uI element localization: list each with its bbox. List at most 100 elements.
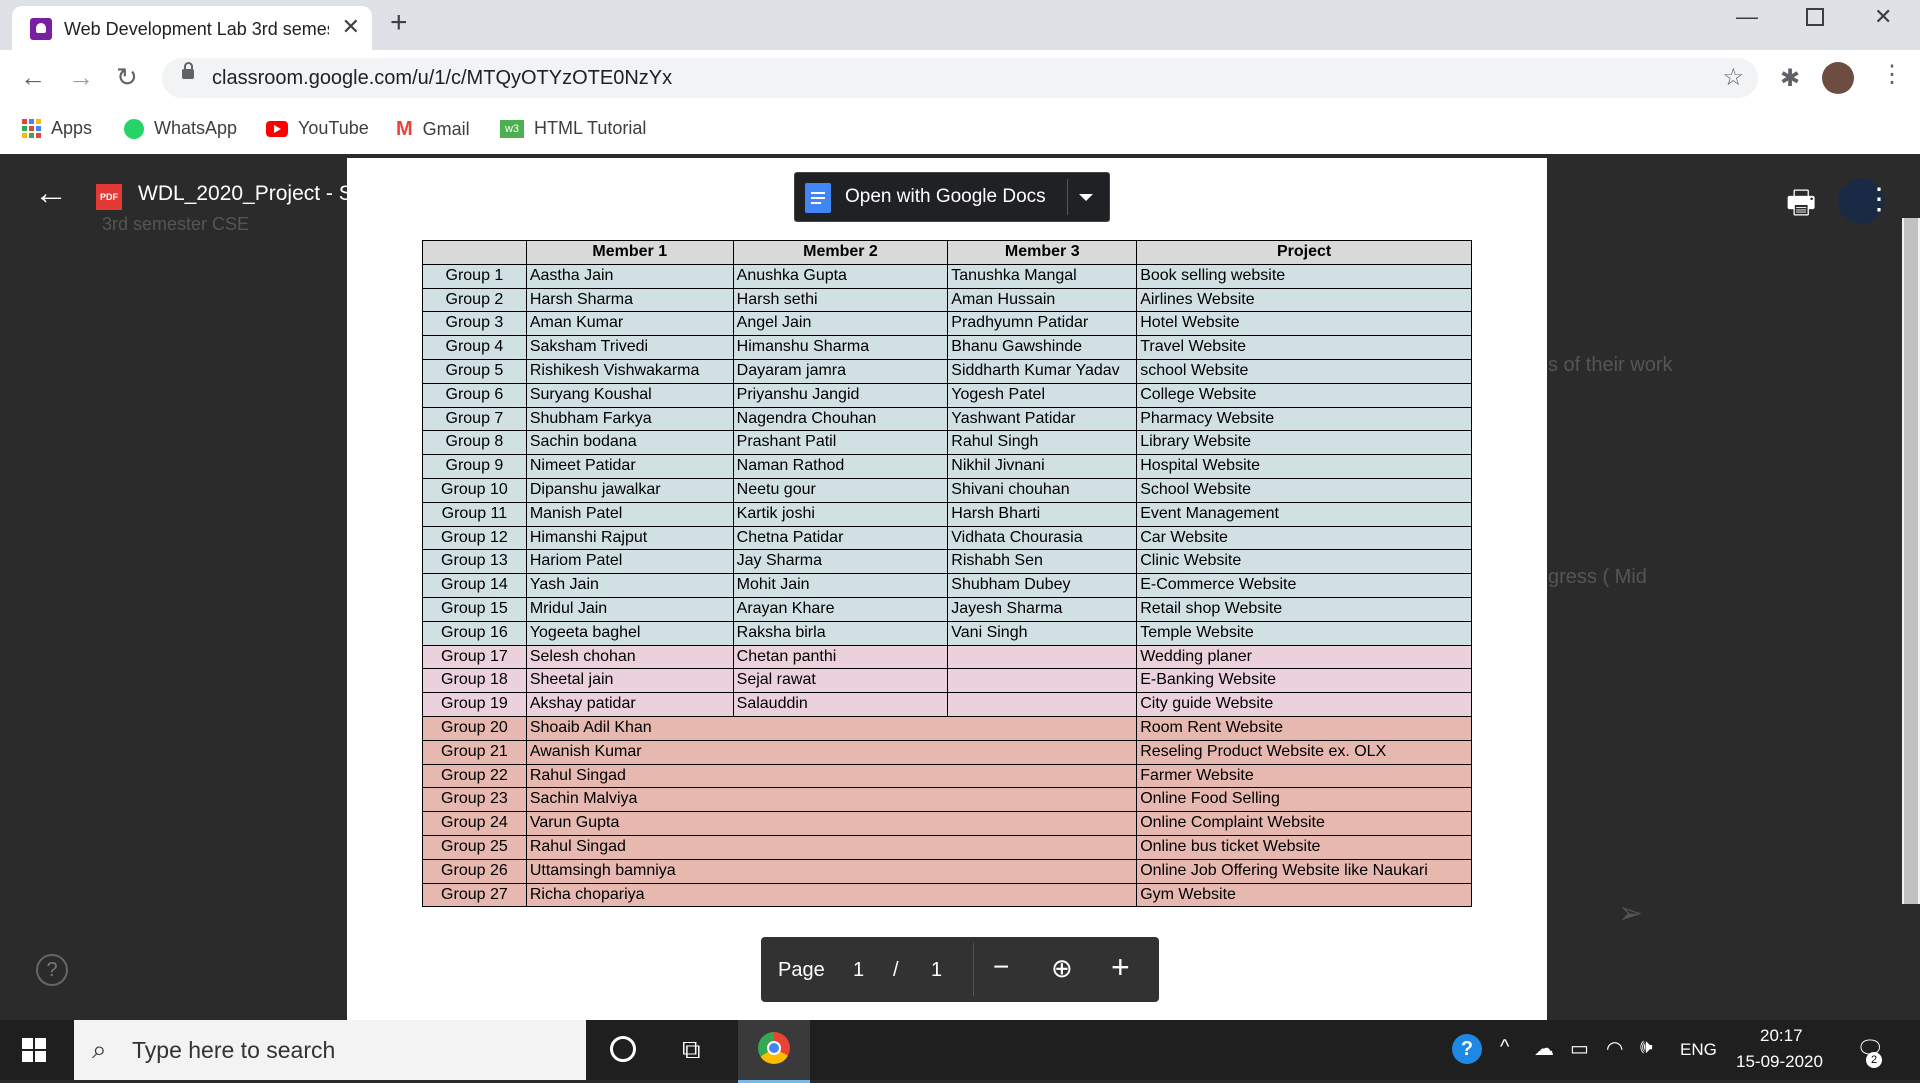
language-indicator[interactable]: ENG xyxy=(1680,1040,1717,1060)
table-row: Group 13 Hariom Patel Jay Sharma Rishabh Se… xyxy=(422,549,1472,575)
profile-avatar[interactable] xyxy=(1822,62,1854,94)
table-cell: Yogesh Patel xyxy=(947,382,1138,408)
table-cell: school Website xyxy=(1136,358,1472,384)
page-separator: / xyxy=(893,959,899,981)
table-cell: Nikhil Jivnani xyxy=(947,454,1138,479)
table-row: Group 17 Selesh chohan Chetan panthi Weddin… xyxy=(422,644,1472,670)
table-cell: E-Banking Website xyxy=(1136,668,1472,694)
table-cell: Online Complaint Website xyxy=(1136,811,1472,836)
table-cell: Group 5 xyxy=(422,358,527,384)
table-row: Group 24 Varun Gupta Online Complaint Webs… xyxy=(422,811,1472,836)
table-cell: Aastha Jain xyxy=(525,263,734,289)
table-cell: Online bus ticket Website xyxy=(1136,834,1472,860)
table-cell: Group 4 xyxy=(422,335,527,360)
current-page[interactable]: 1 xyxy=(853,959,864,982)
back-icon[interactable]: ← xyxy=(20,62,46,93)
total-pages: 1 xyxy=(931,959,943,981)
table-cell: Himanshi Rajput xyxy=(525,525,734,551)
cortana-icon[interactable] xyxy=(610,1036,636,1062)
new-tab-button[interactable]: + xyxy=(390,6,408,40)
zoom-fit-icon[interactable]: ⊕ xyxy=(1051,953,1073,984)
cloud-icon[interactable]: ☁ xyxy=(1534,1036,1554,1061)
table-cell: Vani Singh xyxy=(947,620,1138,646)
clock-time[interactable]: 20:17 xyxy=(1760,1026,1803,1046)
table-row: Group 14 Yash Jain Mohit Jain Shubham Dubey… xyxy=(422,573,1472,598)
table-cell: Shubham Dubey xyxy=(947,573,1138,598)
bookmark-star-icon[interactable]: ☆ xyxy=(1722,63,1744,92)
extensions-icon[interactable]: ✱ xyxy=(1780,64,1800,93)
table-cell: Akshay patidar xyxy=(525,692,734,717)
table-cell: Varun Gupta xyxy=(525,811,1138,836)
table-cell: Salauddin xyxy=(732,692,949,717)
table-cell: Harsh Bharti xyxy=(947,501,1138,527)
dropdown-arrow-icon[interactable] xyxy=(1079,194,1093,201)
table-cell: Rishikesh Vishwakarma xyxy=(525,358,734,384)
table-cell: Event Management xyxy=(1136,501,1472,527)
chrome-menu-icon[interactable]: ⋮ xyxy=(1880,60,1904,89)
table-cell: Arayan Khare xyxy=(732,596,949,622)
zoom-out-icon[interactable]: − xyxy=(993,951,1009,983)
table-cell: Suryang Koushal xyxy=(525,382,734,408)
table-cell: Group 17 xyxy=(422,644,527,670)
browser-toolbar: ← → ↻ classroom.google.com/u/1/c/MTQyOTY… xyxy=(0,50,1920,106)
table-cell: Shivani chouhan xyxy=(947,477,1138,503)
minimize-icon[interactable]: — xyxy=(1736,4,1758,30)
header-cell: Member 3 xyxy=(947,240,1138,265)
table-cell: Himanshu Sharma xyxy=(732,335,949,360)
table-cell: Group 26 xyxy=(422,858,527,884)
chrome-taskbar-button[interactable] xyxy=(738,1020,810,1083)
bookmark-apps[interactable]: Apps xyxy=(22,118,92,139)
close-tab-icon[interactable]: ✕ xyxy=(342,14,360,40)
windows-start-icon[interactable] xyxy=(22,1038,46,1062)
bookmark-whatsapp[interactable]: WhatsApp xyxy=(124,118,237,139)
windows-taskbar: ⌕ Type here to search ⧉ ? ^ ☁ ▭ ◠ 🕪 ENG … xyxy=(0,1020,1920,1083)
table-row: Group 6 Suryang Koushal Priyanshu Jangid Yo… xyxy=(422,382,1472,408)
window-close-icon[interactable]: ✕ xyxy=(1874,4,1892,30)
table-cell: Angel Jain xyxy=(732,311,949,337)
table-cell: Hotel Website xyxy=(1136,311,1472,337)
bookmark-gmail[interactable]: M Gmail xyxy=(396,118,470,141)
youtube-icon xyxy=(266,120,288,137)
restore-icon[interactable] xyxy=(1806,8,1824,26)
taskbar-search-box[interactable]: ⌕ Type here to search xyxy=(74,1020,586,1080)
zoom-in-icon[interactable]: + xyxy=(1111,949,1130,986)
table-cell: School Website xyxy=(1136,477,1472,503)
table-cell: E-Commerce Website xyxy=(1136,573,1472,598)
table-cell: Dayaram jamra xyxy=(732,358,949,384)
wifi-icon[interactable]: ◠ xyxy=(1606,1036,1623,1061)
help-icon[interactable]: ? xyxy=(36,954,68,986)
forward-icon[interactable]: → xyxy=(68,62,94,93)
table-cell: Tanushka Mangal xyxy=(947,263,1138,289)
table-cell: Hariom Patel xyxy=(525,549,734,575)
header-cell: Member 1 xyxy=(525,240,734,265)
table-cell: Harsh Sharma xyxy=(525,287,734,313)
bookmark-html-tutorial[interactable]: w3 HTML Tutorial xyxy=(500,118,646,139)
show-hidden-icons-icon[interactable]: ^ xyxy=(1500,1036,1509,1059)
table-cell: Clinic Website xyxy=(1136,549,1472,575)
open-with-google-docs-button[interactable]: Open with Google Docs xyxy=(794,172,1110,222)
table-cell: Retail shop Website xyxy=(1136,596,1472,622)
scrollbar-thumb[interactable] xyxy=(1904,218,1918,904)
volume-icon[interactable]: 🕪 xyxy=(1640,1036,1653,1059)
table-cell: Prashant Patil xyxy=(732,430,949,456)
task-view-icon[interactable]: ⧉ xyxy=(682,1034,701,1066)
table-cell: Reseling Product Website ex. OLX xyxy=(1136,739,1472,765)
classroom-favicon-icon xyxy=(30,18,52,40)
print-icon[interactable]: 🖶 xyxy=(1786,180,1816,234)
viewer-back-icon[interactable]: ← xyxy=(34,174,68,213)
reload-icon[interactable]: ↻ xyxy=(116,62,138,93)
header-cell xyxy=(422,240,527,265)
battery-icon[interactable]: ▭ xyxy=(1570,1036,1589,1061)
viewer-more-icon[interactable]: ⋮ xyxy=(1864,182,1894,217)
bookmark-youtube[interactable]: YouTube xyxy=(266,118,369,139)
apps-grid-icon xyxy=(22,119,41,138)
table-cell: Group 10 xyxy=(422,477,527,503)
address-bar[interactable]: classroom.google.com/u/1/c/MTQyOTYzOTE0N… xyxy=(162,58,1758,98)
table-cell: Group 25 xyxy=(422,834,527,860)
table-cell: Farmer Website xyxy=(1136,763,1472,789)
clock-date[interactable]: 15-09-2020 xyxy=(1736,1052,1823,1072)
help-tray-icon[interactable]: ? xyxy=(1452,1034,1482,1064)
table-cell: Travel Website xyxy=(1136,335,1472,360)
browser-tab[interactable]: Web Development Lab 3rd semester CSE ✕ xyxy=(12,6,372,50)
table-row: Group 16 Yogeeta baghel Raksha birla Vani S… xyxy=(422,620,1472,646)
